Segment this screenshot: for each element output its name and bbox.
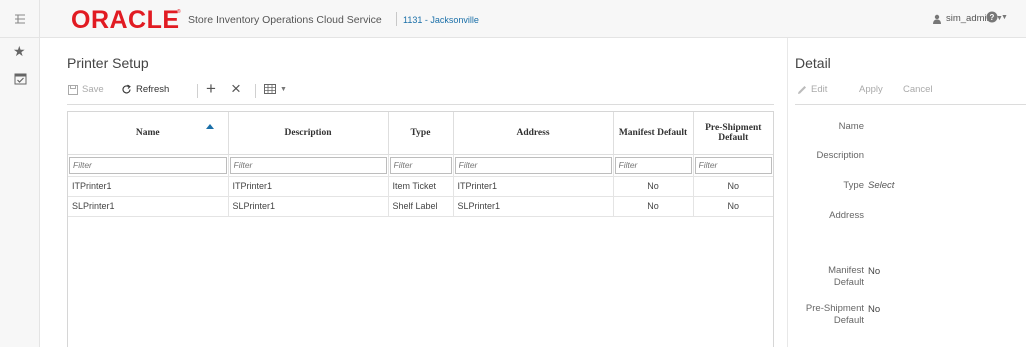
- user-icon: [933, 14, 941, 24]
- detail-manifest-label-line1: Manifest: [828, 265, 864, 276]
- preshipment-default-filter-input[interactable]: [694, 156, 772, 174]
- grid-view-icon: [264, 84, 276, 94]
- detail-preshipment-value: No: [868, 304, 881, 315]
- trademark-symbol: ®: [177, 9, 181, 15]
- refresh-icon: [122, 84, 131, 94]
- table-row[interactable]: ITPrinter1 ITPrinter1 Item Ticket ITPrin…: [68, 176, 773, 197]
- panel-divider: [787, 38, 788, 347]
- left-rail: ★: [0, 38, 40, 347]
- detail-description-label: Description: [816, 150, 864, 161]
- cell-description: ITPrinter1: [228, 176, 389, 197]
- delete-icon[interactable]: ×: [231, 79, 241, 99]
- toolbar-underline: [67, 104, 774, 105]
- column-header-description[interactable]: Description: [228, 112, 389, 155]
- toolbar-divider: [197, 84, 198, 98]
- help-icon: ?: [986, 11, 998, 23]
- column-header-manifest-default[interactable]: Manifest Default: [613, 112, 694, 155]
- detail-manifest-label: Manifest Default: [764, 265, 864, 289]
- cell-address: SLPrinter1: [453, 196, 614, 217]
- cell-description: SLPrinter1: [228, 196, 389, 217]
- sort-ascending-icon[interactable]: [205, 124, 214, 129]
- toolbar-divider: [255, 84, 256, 98]
- header-divider: [396, 12, 397, 26]
- oracle-logo: ORACLE: [71, 6, 180, 34]
- save-icon: [68, 84, 78, 95]
- pencil-icon: [798, 85, 806, 94]
- detail-type-label: Type: [843, 180, 864, 191]
- help-menu[interactable]: ? ▼: [986, 11, 1008, 23]
- add-icon[interactable]: +: [206, 79, 216, 99]
- page-title: Printer Setup: [67, 55, 149, 71]
- detail-title: Detail: [795, 55, 831, 71]
- table-row[interactable]: SLPrinter1 SLPrinter1 Shelf Label SLPrin…: [68, 196, 773, 217]
- name-filter-input[interactable]: [69, 156, 227, 174]
- edit-label: Edit: [811, 84, 828, 95]
- cell-manifest-default: No: [613, 176, 694, 197]
- cell-name: ITPrinter1: [68, 176, 229, 197]
- column-header-preshipment-default[interactable]: Pre-Shipment Default: [693, 112, 773, 155]
- cell-address: ITPrinter1: [453, 176, 614, 197]
- navigation-menu-icon[interactable]: [0, 0, 40, 38]
- chevron-down-icon: ▼: [1001, 13, 1008, 21]
- save-button[interactable]: Save: [68, 84, 104, 95]
- detail-name-label: Name: [838, 121, 864, 132]
- address-filter-input[interactable]: [454, 156, 612, 174]
- refresh-label: Refresh: [136, 84, 170, 95]
- cell-type: Item Ticket: [388, 176, 454, 197]
- cell-type: Shelf Label: [388, 196, 454, 217]
- description-filter-input[interactable]: [229, 156, 387, 174]
- edit-button[interactable]: Edit: [797, 84, 827, 95]
- store-selector[interactable]: 1131 - Jacksonville: [403, 15, 479, 25]
- column-header-address[interactable]: Address: [453, 112, 614, 155]
- cancel-button[interactable]: Cancel: [903, 84, 933, 95]
- app-title: Store Inventory Operations Cloud Service: [188, 14, 382, 26]
- refresh-button[interactable]: Refresh: [121, 84, 169, 95]
- cell-preshipment-default: No: [693, 196, 773, 217]
- column-header-name[interactable]: Name: [68, 112, 229, 155]
- top-bar: ORACLE ® Store Inventory Operations Clou…: [0, 0, 1026, 38]
- detail-manifest-label-line2: Default: [833, 277, 864, 288]
- printer-table: Name Description Type Address Manifest D…: [67, 111, 774, 347]
- detail-address-label: Address: [829, 210, 864, 221]
- detail-toolbar-underline: [795, 104, 1026, 105]
- table-header-row: Name Description Type Address Manifest D…: [68, 112, 773, 155]
- cell-manifest-default: No: [613, 196, 694, 217]
- cell-preshipment-default: No: [693, 176, 773, 197]
- column-view-menu[interactable]: ▼: [264, 84, 287, 94]
- filter-row: [68, 154, 773, 177]
- detail-preshipment-label-line2: Default: [833, 315, 864, 326]
- detail-type-value[interactable]: Select: [868, 180, 894, 191]
- save-label: Save: [82, 84, 104, 95]
- svg-text:?: ?: [990, 13, 995, 22]
- column-header-type[interactable]: Type: [388, 112, 454, 155]
- detail-manifest-value: No: [868, 266, 881, 277]
- type-filter-input[interactable]: [389, 156, 452, 174]
- chevron-down-icon: ▼: [280, 85, 287, 93]
- favorites-star-icon[interactable]: ★: [13, 43, 26, 60]
- apply-button[interactable]: Apply: [859, 84, 883, 95]
- detail-preshipment-label: Pre-Shipment Default: [764, 303, 864, 327]
- cell-name: SLPrinter1: [68, 196, 229, 217]
- column-header-name-label: Name: [135, 127, 160, 138]
- tasks-calendar-icon[interactable]: [14, 72, 27, 88]
- detail-preshipment-label-line1: Pre-Shipment: [805, 303, 864, 314]
- manifest-default-filter-input[interactable]: [614, 156, 692, 174]
